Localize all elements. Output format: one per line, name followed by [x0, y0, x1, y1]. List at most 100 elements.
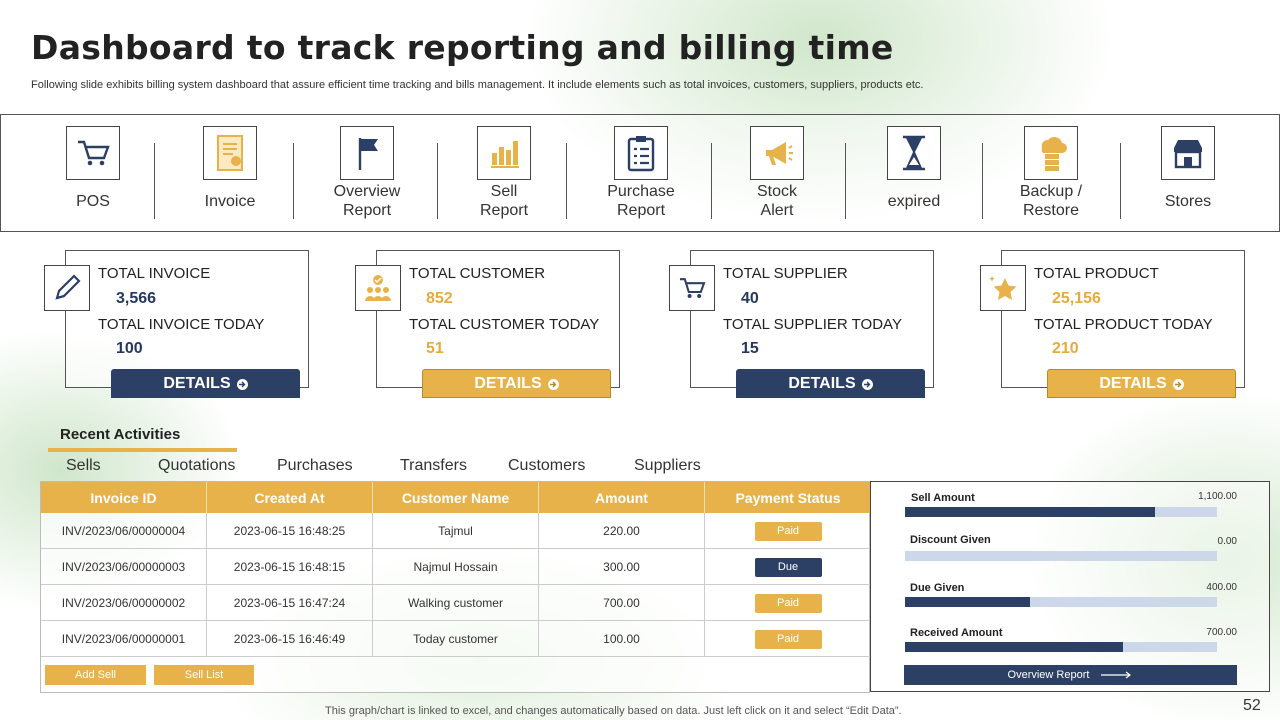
divider [566, 143, 567, 219]
nav-item-stores[interactable]: Stores [1128, 115, 1248, 233]
payment-status-cell: Paid [705, 621, 871, 657]
column-header: Created At [207, 482, 373, 513]
card-value: 852 [426, 290, 453, 307]
details-button[interactable]: DETAILS [422, 369, 611, 398]
nav-label: Backup / Restore [1019, 183, 1083, 219]
details-label: DETAILS [1099, 374, 1167, 392]
due-given-bar [905, 597, 1217, 607]
tab-purchases[interactable]: Purchases [277, 457, 353, 475]
card-value: 25,156 [1052, 290, 1101, 307]
tab-suppliers[interactable]: Suppliers [634, 457, 701, 475]
payment-status-cell: Paid [705, 513, 871, 549]
nav-item-stock-alert[interactable]: Stock Alert [717, 115, 837, 233]
created-at: 2023-06-15 16:48:25 [207, 513, 373, 549]
received-amount-bar [905, 642, 1217, 652]
card-value-today: 51 [426, 340, 444, 357]
table-row[interactable]: INV/2023/06/00000001 2023-06-15 16:46:49… [41, 621, 871, 657]
arrow-right-icon [861, 378, 873, 390]
cart-icon [669, 265, 715, 311]
tab-sells[interactable]: Sells [66, 457, 101, 475]
payment-status-cell: Paid [705, 585, 871, 621]
arrow-right-icon [1172, 378, 1184, 390]
invoice-id: INV/2023/06/00000003 [41, 549, 207, 585]
amount: 220.00 [539, 513, 705, 549]
divider [845, 143, 846, 219]
divider [982, 143, 983, 219]
table-row[interactable]: INV/2023/06/00000004 2023-06-15 16:48:25… [41, 513, 871, 549]
nav-item-purchase-report[interactable]: Purchase Report [581, 115, 701, 233]
due-given-value: 400.00 [1206, 582, 1237, 593]
details-label: DETAILS [163, 374, 231, 392]
cloud-server-icon [1024, 126, 1078, 180]
card-value-today: 210 [1052, 340, 1079, 357]
sell-amount-value: 1,100.00 [1198, 491, 1237, 502]
details-button[interactable]: DETAILS [1047, 369, 1236, 398]
customers-icon [355, 265, 401, 311]
recent-activities-table: Invoice ID Created At Customer Name Amou… [40, 481, 871, 693]
details-label: DETAILS [474, 374, 542, 392]
nav-label: Sell Report [479, 183, 529, 219]
page-number: 52 [1243, 697, 1261, 714]
sell-amount-label: Sell Amount [911, 492, 975, 504]
discount-given-label: Discount Given [910, 534, 991, 546]
hourglass-icon [887, 126, 941, 180]
invoice-id: INV/2023/06/00000004 [41, 513, 207, 549]
arrow-right-icon [547, 378, 559, 390]
card-label-today: TOTAL SUPPLIER TODAY [723, 316, 902, 333]
megaphone-icon [750, 126, 804, 180]
table-row[interactable]: INV/2023/06/00000002 2023-06-15 16:47:24… [41, 585, 871, 621]
details-button[interactable]: DETAILS [111, 369, 300, 398]
tab-customers[interactable]: Customers [508, 457, 585, 475]
divider [154, 143, 155, 219]
invoice-id: INV/2023/06/00000002 [41, 585, 207, 621]
tab-quotations[interactable]: Quotations [158, 457, 235, 475]
customer-name: Tajmul [373, 513, 539, 549]
nav-item-backup-restore[interactable]: Backup / Restore [991, 115, 1111, 233]
sell-list-button[interactable]: Sell List [154, 665, 254, 685]
invoice-icon [203, 126, 257, 180]
nav-item-expired[interactable]: expired [854, 115, 974, 233]
bar-chart-icon [477, 126, 531, 180]
active-tab-underline [48, 448, 237, 452]
bar-fill [905, 597, 1030, 607]
bar-fill [905, 507, 1155, 517]
card-label-today: TOTAL PRODUCT TODAY [1034, 316, 1213, 333]
tab-transfers[interactable]: Transfers [400, 457, 467, 475]
card-label-today: TOTAL INVOICE TODAY [98, 316, 265, 333]
card-value-today: 15 [741, 340, 759, 357]
card-value-today: 100 [116, 340, 143, 357]
card-label: TOTAL INVOICE [98, 265, 211, 282]
flag-icon [340, 126, 394, 180]
page-title: Dashboard to track reporting and billing… [31, 28, 894, 67]
divider [293, 143, 294, 219]
overview-report-button[interactable]: Overview Report [904, 665, 1237, 685]
add-sell-button[interactable]: Add Sell [45, 665, 146, 685]
table-row[interactable]: INV/2023/06/00000003 2023-06-15 16:48:15… [41, 549, 871, 585]
status-badge: Due [754, 557, 822, 577]
amount: 100.00 [539, 621, 705, 657]
nav-item-invoice[interactable]: Invoice [170, 115, 290, 233]
amount: 300.00 [539, 549, 705, 585]
nav-item-overview-report[interactable]: Overview Report [307, 115, 427, 233]
footer-note: This graph/chart is linked to excel, and… [325, 705, 902, 717]
created-at: 2023-06-15 16:48:15 [207, 549, 373, 585]
amount: 700.00 [539, 585, 705, 621]
clipboard-icon [614, 126, 668, 180]
star-icon [980, 265, 1026, 311]
status-badge: Paid [754, 629, 822, 649]
divider [1120, 143, 1121, 219]
cart-icon [66, 126, 120, 180]
divider [711, 143, 712, 219]
status-badge: Paid [754, 593, 822, 613]
details-button[interactable]: DETAILS [736, 369, 925, 398]
discount-given-value: 0.00 [1217, 536, 1237, 547]
invoice-id: INV/2023/06/00000001 [41, 621, 207, 657]
nav-label: POS [76, 192, 110, 210]
page-subtitle: Following slide exhibits billing system … [31, 79, 924, 91]
nav-item-pos[interactable]: POS [33, 115, 153, 233]
nav-item-sell-report[interactable]: Sell Report [444, 115, 564, 233]
customer-name: Walking customer [373, 585, 539, 621]
customer-name: Najmul Hossain [373, 549, 539, 585]
created-at: 2023-06-15 16:47:24 [207, 585, 373, 621]
received-amount-label: Received Amount [910, 627, 1003, 639]
